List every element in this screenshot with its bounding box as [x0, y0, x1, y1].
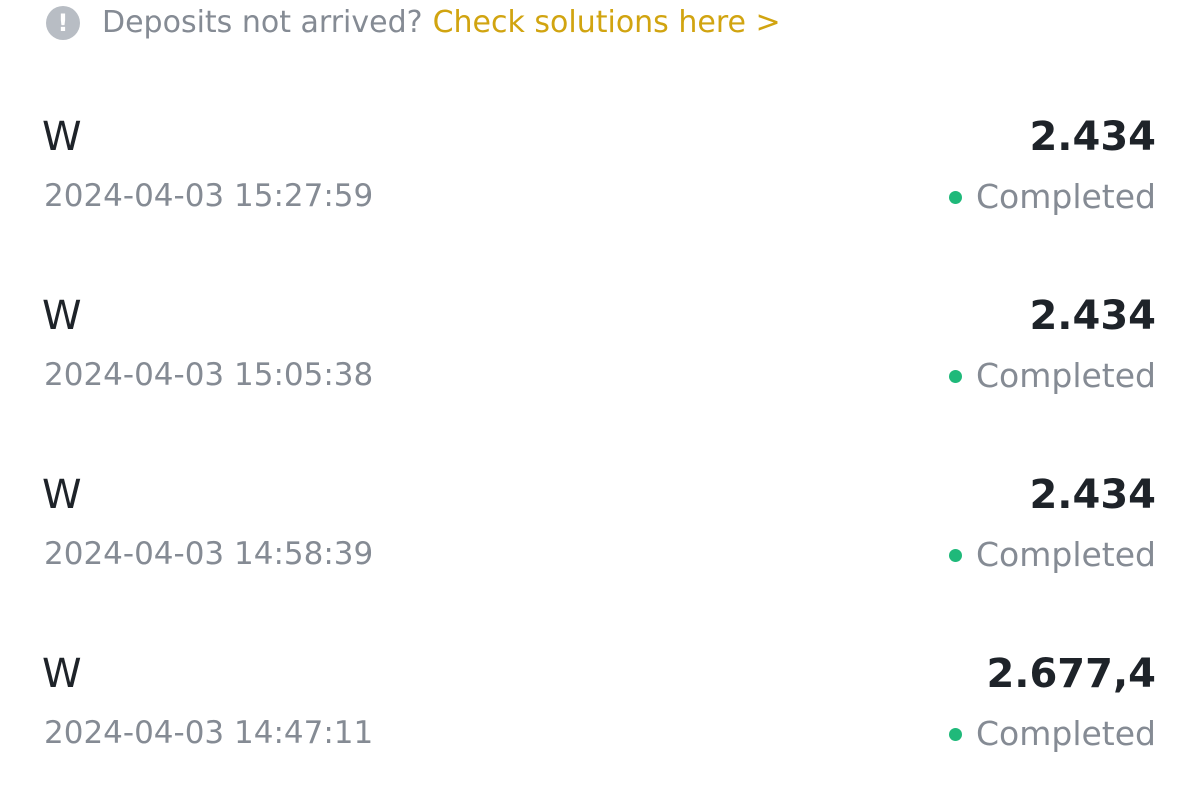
transaction-time: 2024-04-03 15:05:38	[44, 357, 374, 393]
transaction-asset: W	[42, 293, 82, 339]
transaction-time: 2024-04-03 15:27:59	[44, 178, 374, 214]
transaction-status: Completed	[949, 176, 1156, 218]
status-label: Completed	[976, 714, 1156, 753]
check-solutions-link[interactable]: Check solutions here >	[433, 2, 781, 44]
status-dot-icon	[949, 369, 962, 383]
transaction-amount: 2.434	[1029, 472, 1156, 518]
transaction-amount: 2.434	[1029, 293, 1156, 339]
transaction-asset: W	[42, 651, 82, 697]
notice-text: Deposits not arrived?	[102, 5, 423, 40]
transaction-row[interactable]: W 2024-04-03 14:47:11 2.677,4 Completed	[0, 649, 1200, 769]
transaction-row[interactable]: W 2024-04-03 15:05:38 2.434 Completed	[0, 291, 1200, 411]
transaction-status: Completed	[949, 355, 1156, 397]
transaction-time: 2024-04-03 14:47:11	[44, 715, 374, 751]
transaction-row[interactable]: W 2024-04-03 15:27:59 2.434 Completed	[0, 112, 1200, 232]
deposit-history-page: ! Deposits not arrived? Check solutions …	[0, 0, 1200, 794]
transaction-row[interactable]: W 2024-04-03 14:58:39 2.434 Completed	[0, 470, 1200, 590]
transaction-amount: 2.677,4	[986, 651, 1156, 697]
exclamation-icon: !	[46, 6, 80, 40]
transaction-amount: 2.434	[1029, 114, 1156, 160]
transaction-asset: W	[42, 114, 82, 160]
status-dot-icon	[949, 548, 962, 562]
status-label: Completed	[976, 177, 1156, 216]
transaction-status: Completed	[949, 713, 1156, 755]
status-dot-icon	[949, 190, 962, 204]
status-dot-icon	[949, 727, 962, 741]
transaction-status: Completed	[949, 534, 1156, 576]
transaction-time: 2024-04-03 14:58:39	[44, 536, 374, 572]
status-label: Completed	[976, 356, 1156, 395]
transaction-asset: W	[42, 472, 82, 518]
status-label: Completed	[976, 535, 1156, 574]
deposit-notice-banner: ! Deposits not arrived? Check solutions …	[46, 2, 781, 44]
